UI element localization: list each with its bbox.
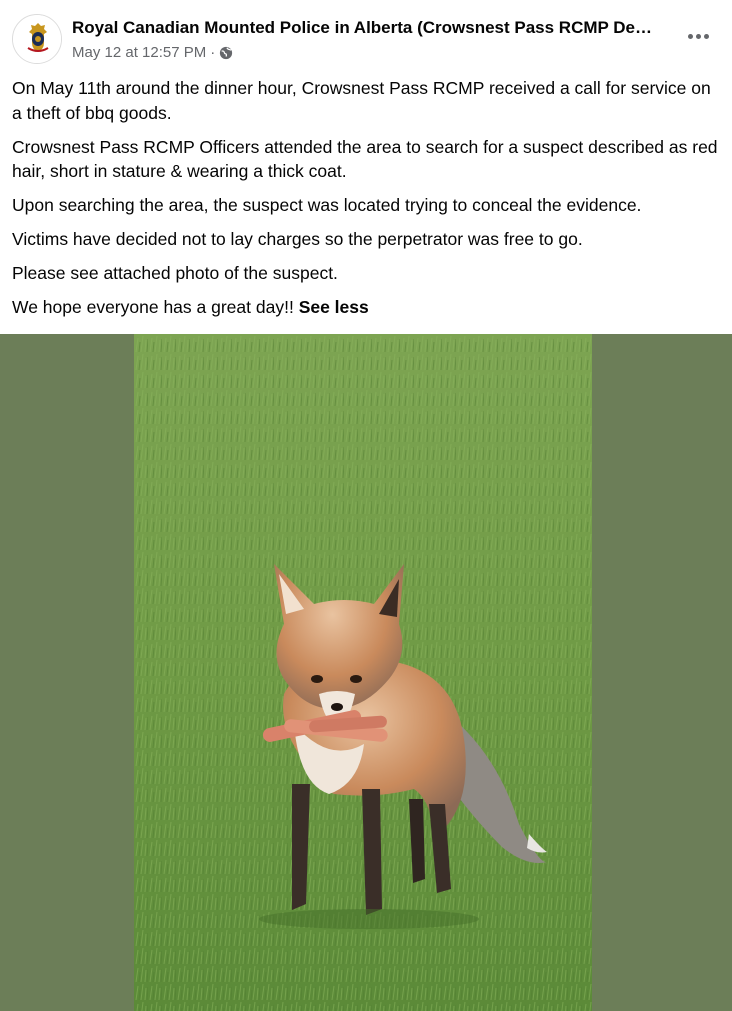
rcmp-crest-icon xyxy=(13,15,61,63)
more-options-icon xyxy=(687,33,693,39)
post-timestamp[interactable]: May 12 at 12:57 PM xyxy=(72,44,206,61)
more-options-button[interactable] xyxy=(682,24,714,48)
page-avatar[interactable] xyxy=(12,14,62,64)
post-meta: May 12 at 12:57 PM · xyxy=(72,44,233,61)
post-paragraph-text: We hope everyone has a great day!! xyxy=(12,297,294,317)
see-less-link[interactable]: See less xyxy=(299,297,369,317)
post-header: Royal Canadian Mounted Police in Alberta… xyxy=(0,0,732,70)
post-paragraph-last: We hope everyone has a great day!! See l… xyxy=(12,295,724,320)
post-paragraph: Upon searching the area, the suspect was… xyxy=(12,195,642,215)
fox-photo-image xyxy=(134,334,592,1011)
post-paragraph: Crowsnest Pass RCMP Officers attended th… xyxy=(12,136,718,182)
post-photo[interactable] xyxy=(134,334,592,1011)
page-name-link[interactable]: Royal Canadian Mounted Police in Alberta… xyxy=(72,18,682,38)
post-paragraph: Please see attached photo of the suspect… xyxy=(12,263,338,283)
post-paragraph: Victims have decided not to lay charges … xyxy=(12,229,583,249)
post-paragraph: On May 11th around the dinner hour, Crow… xyxy=(12,78,711,123)
globe-icon[interactable] xyxy=(219,46,233,60)
post-body: On May 11th around the dinner hour, Crow… xyxy=(12,76,724,329)
post-photo-area xyxy=(0,334,732,1011)
meta-separator: · xyxy=(210,44,216,61)
